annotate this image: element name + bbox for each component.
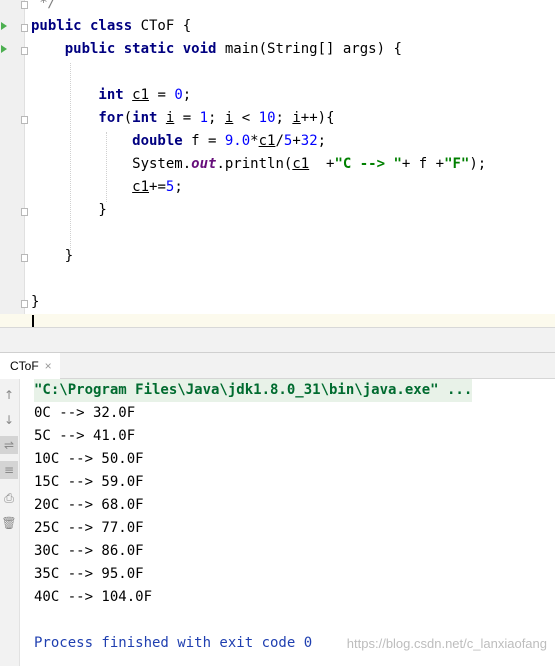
code-token: ; xyxy=(275,110,293,126)
code-token: ; xyxy=(208,110,225,126)
console-output-line: 20C --> 68.0F xyxy=(34,497,144,513)
fold-marker-icon[interactable] xyxy=(21,1,28,9)
code-line-close-for[interactable]: } xyxy=(31,199,107,222)
run-console[interactable]: ↑ ↓ ⇌ ≡ ⎙ 🗑 "C:\Program Files\Java\jdk1.… xyxy=(0,379,555,666)
code-line-println-line[interactable]: System.out.println(c1 +"C --> "+ f +"F")… xyxy=(31,153,486,176)
code-line-for-line[interactable]: for(int i = 1; i < 10; i++){ xyxy=(31,107,335,130)
code-token: i xyxy=(292,110,301,126)
soft-wrap-icon[interactable]: ⇌ xyxy=(0,436,18,454)
code-token: public class xyxy=(31,18,141,34)
code-editor[interactable]: */public class CToF { public static void… xyxy=(0,0,555,327)
code-token: 9.0 xyxy=(224,133,251,149)
current-line-highlight xyxy=(0,314,555,327)
code-token: int xyxy=(132,110,166,126)
console-output-line: 25C --> 77.0F xyxy=(34,520,144,536)
code-token: c1 xyxy=(258,133,276,149)
code-token: / xyxy=(275,133,284,149)
code-token: 1 xyxy=(199,110,209,126)
code-line-int-decl[interactable]: int c1 = 0; xyxy=(31,84,191,107)
code-line-close-main[interactable]: } xyxy=(31,245,73,268)
code-token: c1 xyxy=(132,87,150,103)
tab-ctof[interactable]: CToF × xyxy=(0,353,60,379)
run-gutter-icon[interactable] xyxy=(1,45,7,53)
code-token: c1 xyxy=(132,179,150,195)
code-token: ( xyxy=(123,110,133,126)
fold-marker-icon[interactable] xyxy=(21,47,28,55)
panel-divider[interactable] xyxy=(0,327,555,352)
code-token: "C --> " xyxy=(334,156,402,172)
code-line-comment-end[interactable]: */ xyxy=(31,0,56,15)
code-token: = xyxy=(149,87,175,103)
code-token: += xyxy=(149,179,166,195)
scroll-to-end-icon[interactable]: ≡ xyxy=(0,461,18,479)
console-toolbar: ↑ ↓ ⇌ ≡ ⎙ 🗑 xyxy=(0,379,20,666)
close-icon[interactable]: × xyxy=(45,359,52,373)
process-finished-message: Process finished with exit code 0 xyxy=(34,635,313,651)
text-caret xyxy=(32,315,34,327)
run-gutter-icon[interactable] xyxy=(1,22,7,30)
code-token: public static void xyxy=(31,41,225,57)
code-line-incr-line[interactable]: c1+=5; xyxy=(31,176,183,199)
code-token: ++){ xyxy=(300,110,335,126)
code-line-double-line[interactable]: double f = 9.0*c1/5+32; xyxy=(31,130,326,153)
fold-marker-icon[interactable] xyxy=(21,116,28,124)
run-tab-bar: CToF × xyxy=(0,352,555,379)
fold-marker-icon[interactable] xyxy=(21,208,28,216)
code-token: < xyxy=(233,110,259,126)
code-line-main-decl[interactable]: public static void main(String[] args) { xyxy=(31,38,402,61)
code-token: + xyxy=(292,133,301,149)
code-token: out xyxy=(191,156,217,172)
code-token: main(String[] args) { xyxy=(224,41,402,57)
code-token: } xyxy=(31,294,40,310)
watermark-text: https://blog.csdn.net/c_lanxiaofang xyxy=(346,636,547,651)
code-token: f = xyxy=(191,133,225,149)
console-output-line: 30C --> 86.0F xyxy=(34,543,144,559)
fold-marker-icon[interactable] xyxy=(21,300,28,308)
code-token: "F" xyxy=(444,156,470,172)
print-icon[interactable]: ⎙ xyxy=(0,489,18,507)
console-output-line: 10C --> 50.0F xyxy=(34,451,144,467)
code-line-close-class[interactable]: } xyxy=(31,291,39,314)
up-arrow-icon[interactable]: ↑ xyxy=(0,386,18,404)
code-token: for xyxy=(31,110,124,126)
down-arrow-icon[interactable]: ↓ xyxy=(0,411,18,429)
console-output-line: 35C --> 95.0F xyxy=(34,566,144,582)
code-token: CToF { xyxy=(140,18,192,34)
code-token: * xyxy=(250,133,259,149)
code-token: c1 xyxy=(292,156,310,172)
code-token: ; xyxy=(317,133,327,149)
fold-marker-icon[interactable] xyxy=(21,254,28,262)
code-token: = xyxy=(174,110,200,126)
code-line-class-decl[interactable]: public class CToF { xyxy=(31,15,191,38)
code-token: ); xyxy=(469,156,487,172)
console-output-line: 15C --> 59.0F xyxy=(34,474,144,490)
console-output-line: 40C --> 104.0F xyxy=(34,589,153,605)
console-command-line: "C:\Program Files\Java\jdk1.8.0_31\bin\j… xyxy=(34,379,473,402)
console-output-line: 0C --> 32.0F xyxy=(34,405,136,421)
code-token: } xyxy=(31,248,74,264)
code-token: ; xyxy=(182,87,192,103)
code-token: + f + xyxy=(401,156,445,172)
trash-icon[interactable]: 🗑 xyxy=(0,514,18,532)
console-output-line: 5C --> 41.0F xyxy=(34,428,136,444)
tab-label: CToF xyxy=(10,359,39,373)
code-token: 32 xyxy=(300,133,318,149)
code-token: 0 xyxy=(174,87,183,103)
code-token: + xyxy=(309,156,335,172)
code-token: } xyxy=(31,202,107,218)
code-token: */ xyxy=(31,0,57,11)
fold-marker-icon[interactable] xyxy=(21,24,28,32)
code-token: .println( xyxy=(216,156,293,172)
code-token: double xyxy=(31,133,192,149)
code-token: System. xyxy=(31,156,192,172)
code-token: int xyxy=(31,87,133,103)
code-token: ; xyxy=(174,179,183,195)
code-token: 10 xyxy=(258,110,276,126)
